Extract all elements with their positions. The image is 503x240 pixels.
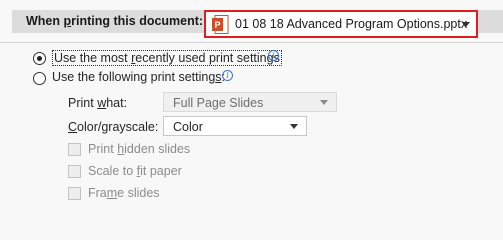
section-header: When printing this document: P 01 08 18 … [0, 0, 503, 42]
frame-slides-checkbox[interactable] [68, 187, 81, 200]
svg-text:P: P [214, 20, 220, 30]
color-grayscale-label: Color/grayscale: [68, 120, 159, 134]
left-rail [0, 43, 6, 213]
scale-to-fit-label: Scale to fit paper [88, 164, 182, 178]
print-hidden-slides-checkbox[interactable] [68, 143, 81, 156]
print-what-label: Print what: [68, 96, 128, 110]
color-grayscale-select[interactable]: Color [163, 116, 307, 136]
print-what-select[interactable]: Full Page Slides [163, 92, 337, 112]
radio-following-label[interactable]: Use the following print settings: [52, 70, 225, 84]
print-what-value: Full Page Slides [173, 96, 264, 110]
chevron-down-icon [462, 22, 470, 27]
divider [0, 42, 503, 43]
info-icon[interactable]: i [268, 50, 279, 61]
radio-following-settings[interactable] [33, 72, 46, 85]
info-icon[interactable]: i [222, 70, 233, 81]
color-grayscale-value: Color [173, 120, 203, 134]
print-hidden-slides-label: Print hidden slides [88, 142, 191, 156]
frame-slides-label: Frame slides [88, 186, 160, 200]
scale-to-fit-checkbox[interactable] [68, 165, 81, 178]
chevron-down-icon [290, 124, 298, 129]
section-label: When printing this document: [26, 14, 204, 28]
document-select[interactable]: P 01 08 18 Advanced Program Options.pptx [204, 10, 478, 38]
powerpoint-file-icon: P [212, 15, 229, 34]
radio-recent-label[interactable]: Use the most recently used print setting… [52, 50, 282, 66]
chevron-down-icon [320, 100, 328, 105]
document-name: 01 08 18 Advanced Program Options.pptx [235, 17, 468, 31]
radio-recent-settings[interactable] [33, 52, 46, 65]
